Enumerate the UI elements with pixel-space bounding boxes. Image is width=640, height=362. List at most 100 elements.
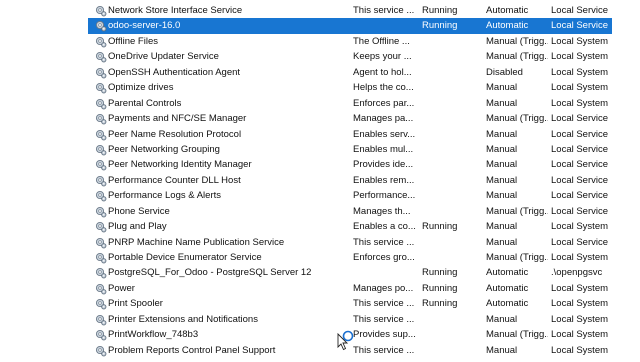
service-log-on-as: Local System [551, 51, 609, 63]
service-startup-type: Manual [486, 82, 518, 94]
service-log-on-as: Local Service [551, 159, 609, 171]
service-name: Power [108, 282, 135, 294]
service-gear-icon [95, 314, 107, 326]
service-gear-icon [95, 144, 107, 156]
service-description: Provides sup... [353, 329, 416, 341]
service-row[interactable]: Portable Device Enumerator Service Enforc… [88, 250, 612, 265]
service-log-on-as: Local System [551, 97, 609, 109]
service-row[interactable]: Power Manages po... Running Automatic Local … [88, 281, 612, 296]
service-log-on-as: Local System [551, 221, 609, 233]
service-row[interactable]: Performance Logs & Alerts Performance... M… [88, 188, 612, 203]
service-description: Performance... [353, 190, 416, 202]
service-name: odoo-server-16.0 [108, 20, 181, 32]
service-startup-type: Manual (Trigg... [486, 205, 548, 217]
service-log-on-as: Local System [551, 298, 609, 310]
service-startup-type: Manual [486, 128, 518, 140]
service-description: Enables serv... [353, 128, 416, 140]
service-log-on-as: Local System [551, 329, 609, 341]
service-gear-icon [95, 129, 107, 141]
service-log-on-as: Local System [551, 282, 609, 294]
service-name: Offline Files [108, 35, 158, 47]
service-startup-type: Manual [486, 174, 518, 186]
service-row[interactable]: Performance Counter DLL Host Enables rem.… [88, 173, 612, 188]
service-row[interactable]: Peer Networking Grouping Enables mul... Ma… [88, 142, 612, 157]
service-name: Problem Reports Control Panel Support [108, 344, 276, 356]
right-margin [612, 0, 640, 360]
service-description: Provides ide... [353, 159, 414, 171]
service-row[interactable]: Network Store Interface Service This serv… [88, 3, 612, 18]
service-gear-icon [95, 20, 107, 32]
service-gear-icon [95, 298, 107, 310]
service-name: Peer Networking Grouping [108, 143, 220, 155]
service-gear-icon [95, 159, 107, 171]
service-description: This service ... [353, 236, 415, 248]
service-row[interactable]: Parental Controls Enforces par... Manual Lo… [88, 96, 612, 111]
service-name: Performance Logs & Alerts [108, 190, 221, 202]
service-startup-type: Manual (Trigg... [486, 35, 548, 47]
service-description: Enables rem... [353, 174, 415, 186]
service-description: Enables a co... [353, 221, 416, 233]
service-startup-type: Disabled [486, 66, 523, 78]
service-gear-icon [95, 51, 107, 63]
service-row[interactable]: Peer Name Resolution Protocol Enables ser… [88, 127, 612, 142]
service-row[interactable]: Phone Service Manages th... Manual (Trigg.… [88, 204, 612, 219]
service-name: Phone Service [108, 205, 170, 217]
service-log-on-as: Local System [551, 82, 609, 94]
service-row[interactable]: Print Spooler This service ... Running Auto… [88, 296, 612, 311]
service-status: Running [422, 298, 458, 310]
service-startup-type: Manual (Trigg... [486, 113, 548, 125]
service-description: Manages th... [353, 205, 411, 217]
service-gear-icon [95, 267, 107, 279]
service-name: Plug and Play [108, 221, 167, 233]
service-name: Print Spooler [108, 298, 163, 310]
service-startup-type: Manual (Trigg... [486, 252, 548, 263]
service-description: Enforces par... [353, 97, 415, 109]
service-row[interactable]: Optimize drives Helps the co... Manual Loca… [88, 80, 612, 95]
service-gear-icon [95, 283, 107, 295]
service-row[interactable]: Offline Files The Offline ... Manual (Trig… [88, 34, 612, 49]
service-description: This service ... [353, 5, 415, 16]
service-name: Printer Extensions and Notifications [108, 313, 258, 325]
service-log-on-as: Local Service [551, 190, 609, 202]
service-row[interactable]: OneDrive Updater Service Keeps your ... Ma… [88, 49, 612, 64]
service-log-on-as: Local System [551, 344, 609, 356]
service-name: Optimize drives [108, 82, 174, 94]
service-name: Peer Networking Identity Manager [108, 159, 252, 171]
service-log-on-as: Local System [551, 313, 609, 325]
service-status: Running [422, 20, 458, 32]
service-name: Portable Device Enumerator Service [108, 252, 262, 263]
service-log-on-as: Local Service [551, 205, 609, 217]
service-name: Parental Controls [108, 97, 182, 109]
service-row[interactable]: PostgreSQL_For_Odoo - PostgreSQL Server … [88, 265, 612, 280]
service-startup-type: Automatic [486, 282, 529, 294]
service-name: OpenSSH Authentication Agent [108, 66, 241, 78]
services-list: Network Store Interface Service This serv… [88, 3, 612, 358]
service-row[interactable]: PNRP Machine Name Publication Service Thi… [88, 235, 612, 250]
service-status: Running [422, 282, 458, 294]
service-gear-icon [95, 345, 107, 357]
service-row[interactable]: Peer Networking Identity Manager Provides… [88, 157, 612, 172]
service-row[interactable]: OpenSSH Authentication Agent Agent to hol… [88, 65, 612, 80]
service-row[interactable]: Printer Extensions and Notifications This… [88, 312, 612, 327]
service-description: Manages pa... [353, 113, 414, 125]
service-description: Enables mul... [353, 143, 414, 155]
service-name: Payments and NFC/SE Manager [108, 113, 247, 125]
service-startup-type: Manual [486, 344, 518, 356]
service-row[interactable]: Plug and Play Enables a co... Running Manua… [88, 219, 612, 234]
service-description: Manages po... [353, 282, 414, 294]
service-gear-icon [95, 190, 107, 202]
service-log-on-as: Local Service [551, 20, 609, 32]
service-startup-type: Automatic [486, 298, 529, 310]
service-startup-type: Automatic [486, 5, 529, 16]
mouse-cursor-icon [337, 330, 354, 351]
service-description: Helps the co... [353, 82, 414, 94]
service-status: Running [422, 5, 458, 16]
service-gear-icon [95, 252, 107, 264]
service-startup-type: Manual [486, 143, 518, 155]
service-log-on-as: Local Service [551, 128, 609, 140]
service-gear-icon [95, 206, 107, 218]
service-description: This service ... [353, 298, 415, 310]
service-row-selected[interactable]: odoo-server-16.0 Running Automatic Local Se… [88, 18, 612, 34]
service-log-on-as: Local System [551, 66, 609, 78]
service-row[interactable]: Payments and NFC/SE Manager Manages pa...… [88, 111, 612, 126]
